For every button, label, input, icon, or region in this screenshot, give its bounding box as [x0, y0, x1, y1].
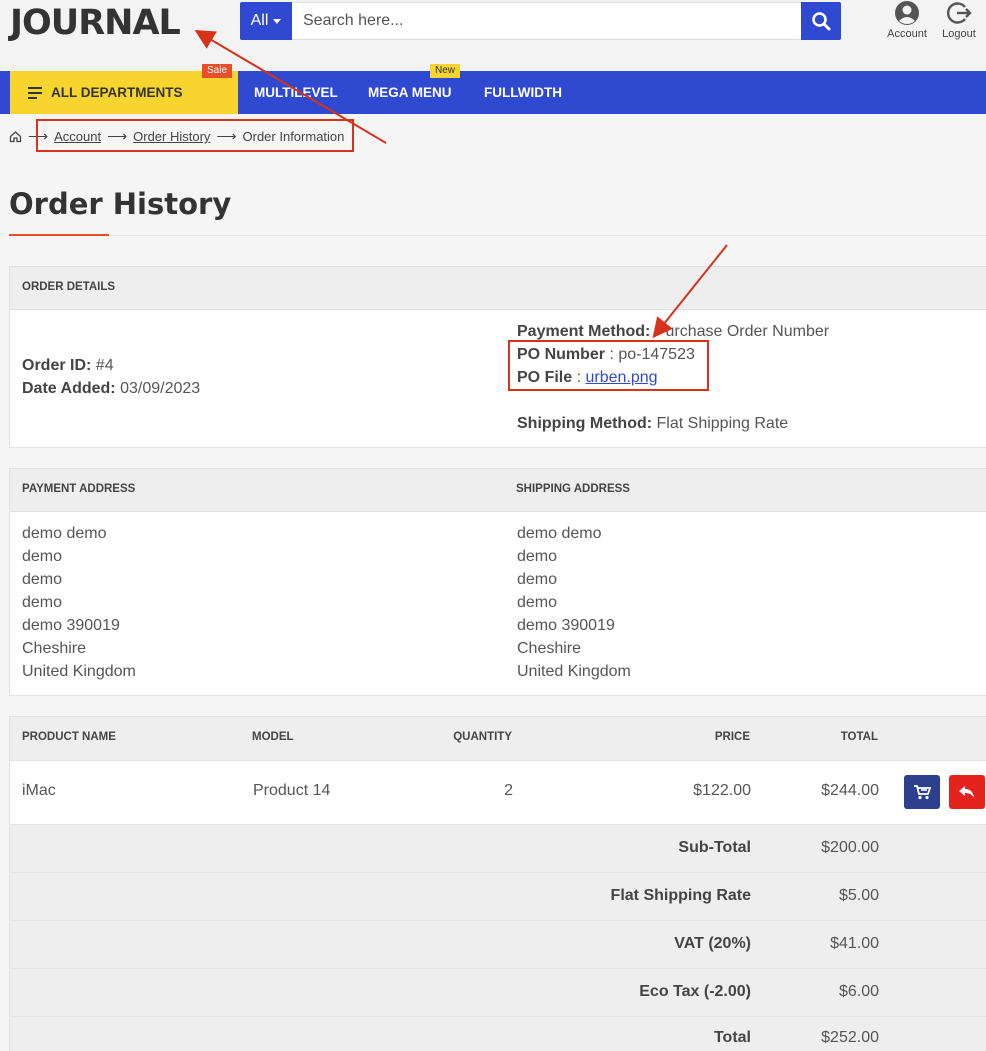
- annotation-arrow-po: [652, 244, 728, 339]
- annotation-arrows: [194, 29, 728, 339]
- annotation-arrow-logo: [194, 29, 387, 144]
